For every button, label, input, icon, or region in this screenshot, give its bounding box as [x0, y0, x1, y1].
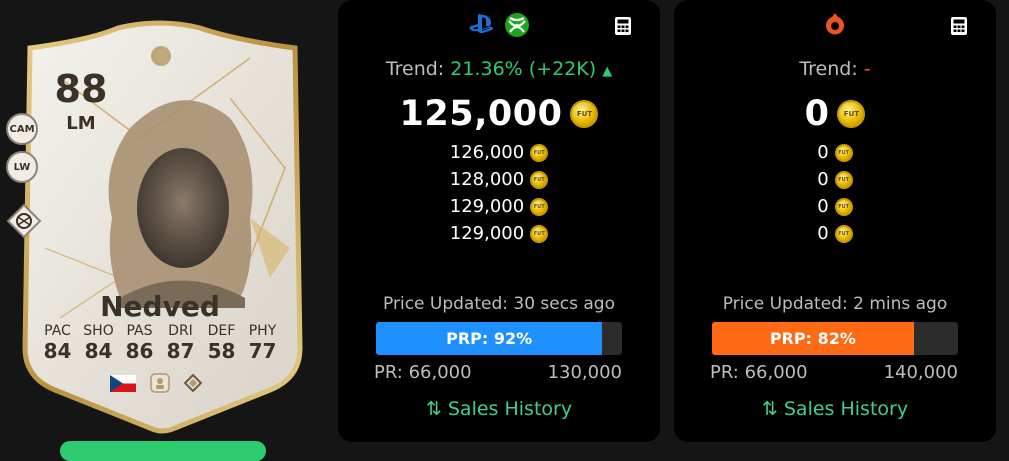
trend-label: Trend:: [799, 58, 858, 80]
price-range-max: 130,000: [547, 362, 622, 383]
other-prices-list: 126,000 FUT 128,000 FUT 129,000 FUT 129,000…: [338, 139, 660, 247]
price-range: PR: 66,000 140,000: [710, 362, 958, 383]
price-range-max: 140,000: [883, 362, 958, 383]
calculator-icon[interactable]: [950, 16, 968, 36]
sales-history-label: Sales History: [783, 398, 909, 420]
platform-icons: [674, 12, 996, 38]
origin-icon: [826, 13, 844, 35]
console-price-panel: Trend: 21.36% (+22K) ▲ 125,000 FUT 126,0…: [338, 0, 660, 442]
platform-icons: [338, 12, 660, 38]
stat-phy: PHY 77: [248, 323, 277, 363]
price-row: 128,000 FUT: [338, 166, 660, 193]
prp-label: PRP: 92%: [446, 329, 533, 348]
lowest-price: 0 FUT: [674, 94, 996, 134]
price-row: 0 FUT: [674, 139, 996, 166]
sales-history-link[interactable]: ⇅ Sales History: [338, 398, 660, 420]
card-position: LM: [66, 113, 96, 134]
price-row: 126,000 FUT: [338, 139, 660, 166]
other-prices-list: 0 FUT 0 FUT 0 FUT 0 FUT: [674, 139, 996, 247]
price-row: 0 FUT: [674, 166, 996, 193]
price-range: PR: 66,000 130,000: [374, 362, 622, 383]
stat-pac: PAC 84: [43, 323, 72, 363]
green-action-button[interactable]: [60, 441, 266, 461]
prp-bar-fill: PRP: 92%: [376, 322, 603, 355]
lowest-price-value: 125,000: [399, 94, 563, 134]
sales-history-label: Sales History: [447, 398, 573, 420]
xbox-icon: [505, 13, 529, 37]
trend-value: 21.36% (+22K): [450, 58, 597, 80]
fut-coin-icon: FUT: [834, 224, 853, 243]
player-name: Nedved: [100, 290, 220, 323]
price-trend: Trend: 21.36% (+22K) ▲: [338, 58, 660, 80]
price-row: 129,000 FUT: [338, 220, 660, 247]
stats-row: PAC 84 SHO 84 PAS 86 DRI 87 DEF 58 PHY 77: [40, 323, 280, 363]
fut-coin-icon: FUT: [570, 100, 599, 128]
price-range-min: PR: 66,000: [710, 362, 808, 383]
pc-price-panel: Trend: - 0 FUT 0 FUT 0 FUT 0 FUT 0 FUT Price…: [674, 0, 996, 442]
prp-bar-fill: PRP: 82%: [712, 322, 914, 355]
icons-club-badge-icon: [150, 373, 170, 393]
czech-flag-icon: [110, 374, 136, 392]
fut-coin-icon: FUT: [834, 143, 853, 162]
alt-position-badge: LW: [6, 151, 38, 183]
fut-coin-icon: FUT: [834, 170, 853, 189]
price-trend: Trend: -: [674, 58, 996, 80]
sort-arrows-icon: ⇅: [425, 398, 442, 420]
fut-coin-icon: FUT: [834, 197, 853, 216]
card-badges: [110, 373, 202, 393]
icons-league-icon: [184, 374, 202, 392]
fut-coin-icon: FUT: [837, 100, 866, 128]
fut-coin-icon: FUT: [530, 197, 549, 216]
price-updated-text: Price Updated: 2 mins ago: [722, 294, 948, 314]
prp-bar: PRP: 82%: [712, 322, 958, 355]
playstyle-icon: [6, 203, 42, 239]
prp-label: PRP: 82%: [769, 329, 856, 348]
fut-coin-icon: FUT: [530, 224, 549, 243]
trend-value: -: [863, 58, 871, 80]
price-row: 0 FUT: [674, 193, 996, 220]
price-row: 129,000 FUT: [338, 193, 660, 220]
fut-coin-icon: FUT: [530, 170, 549, 189]
price-row: 0 FUT: [674, 220, 996, 247]
trend-label: Trend:: [385, 58, 445, 80]
price-range-min: PR: 66,000: [374, 362, 472, 383]
player-card[interactable]: 88 LM CAM LW Nedved PAC 84 SHO 84 PAS 86 DR…: [0, 18, 325, 438]
price-updated-text: Price Updated: 30 secs ago: [383, 294, 615, 314]
stat-dri: DRI 87: [166, 323, 195, 363]
fut-coin-icon: FUT: [530, 143, 549, 162]
sales-history-link[interactable]: ⇅ Sales History: [674, 398, 996, 420]
stat-pas: PAS 86: [125, 323, 154, 363]
prp-bar: PRP: 92%: [376, 322, 622, 355]
calculator-icon[interactable]: [614, 16, 632, 36]
trend-up-icon: ▲: [602, 64, 613, 79]
playstation-icon: [469, 14, 494, 34]
stat-sho: SHO 84: [83, 323, 114, 363]
lowest-price-value: 0: [804, 94, 830, 134]
alt-position-badge: CAM: [6, 113, 38, 145]
stat-def: DEF 58: [207, 323, 236, 363]
card-rating: 88: [54, 67, 108, 111]
sort-arrows-icon: ⇅: [761, 398, 778, 420]
lowest-price: 125,000 FUT: [338, 94, 660, 134]
